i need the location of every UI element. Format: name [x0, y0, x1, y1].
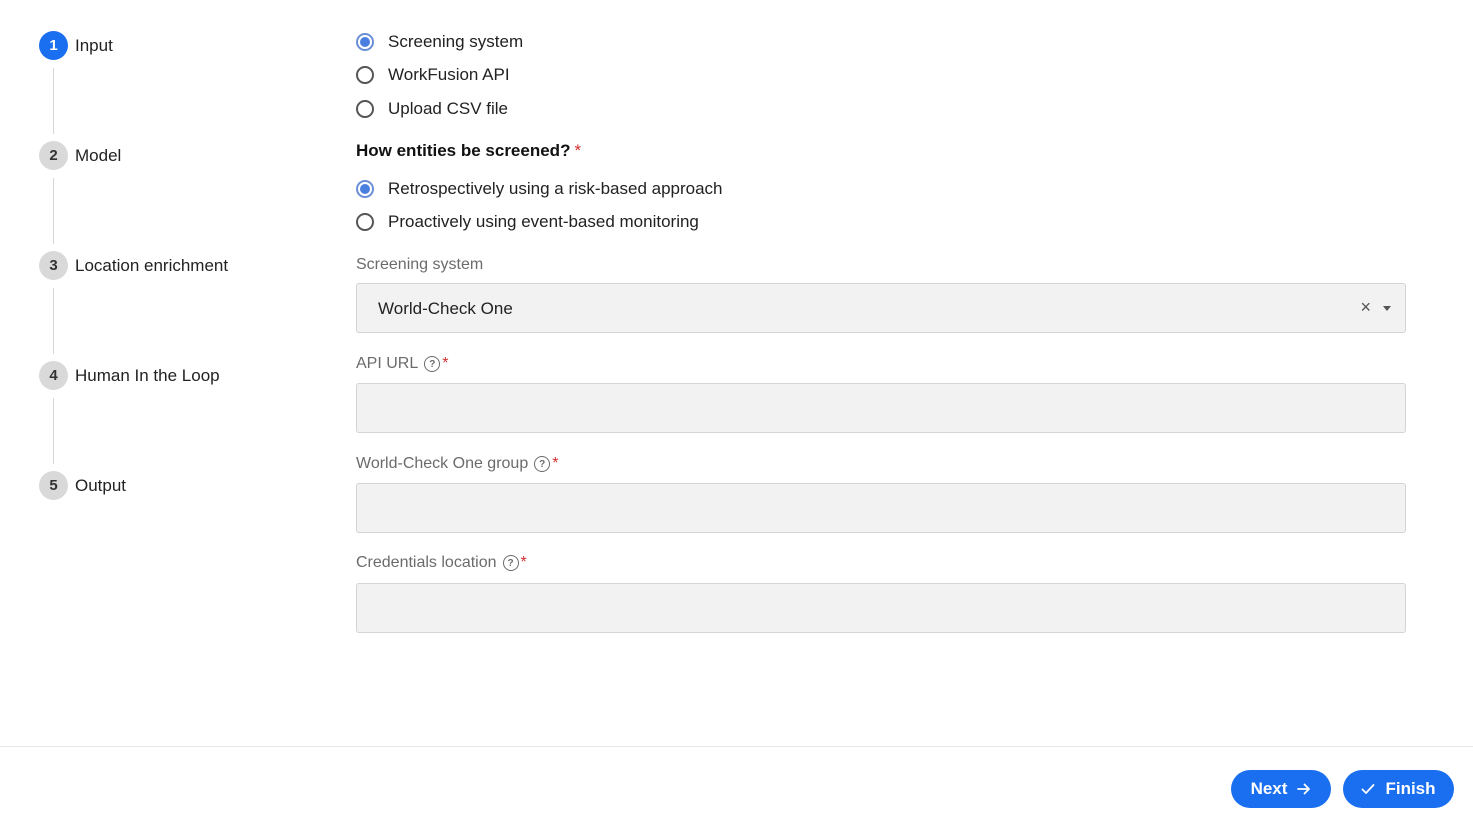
step-label: Input [75, 36, 113, 55]
step-label: Output [75, 476, 127, 495]
screening-system-label: Screening system [356, 256, 483, 274]
wco-group-label: World-Check One group ? * [356, 455, 558, 473]
radio-unchecked-icon [356, 66, 374, 84]
radio-checked-icon [356, 33, 374, 51]
step-number: 2 [39, 141, 68, 170]
radio-checked-icon [356, 180, 374, 198]
required-mark: * [442, 355, 449, 372]
radio-unchecked-icon [356, 100, 374, 118]
step-input[interactable]: 1 Input [39, 31, 319, 141]
radio-label: WorkFusion API [388, 65, 510, 84]
api-url-input[interactable] [356, 383, 1406, 433]
field-label-text: API URL [356, 355, 419, 372]
help-icon[interactable]: ? [534, 456, 551, 472]
radio-retrospective[interactable]: Retrospectively using a risk-based appro… [356, 177, 723, 201]
credentials-label: Credentials location ? * [356, 554, 527, 572]
step-label: Location enrichment [75, 256, 229, 275]
step-number: 3 [39, 251, 68, 280]
step-human-in-the-loop[interactable]: 4 Human In the Loop [39, 361, 319, 471]
radio-proactive[interactable]: Proactively using event-based monitoring [356, 210, 699, 234]
next-button[interactable]: Next [1231, 770, 1331, 808]
step-number: 1 [39, 31, 68, 60]
select-value: World-Check One [378, 299, 513, 318]
screening-system-select[interactable]: World-Check One × [356, 283, 1406, 333]
wizard-stepper: 1 Input 2 Model 3 Location enrichment 4 … [39, 31, 319, 511]
step-model[interactable]: 2 Model [39, 141, 319, 251]
help-icon[interactable]: ? [424, 356, 441, 372]
step-connector [53, 398, 54, 464]
field-label-text: Credentials location [356, 554, 497, 571]
step-connector [53, 68, 54, 134]
step-output[interactable]: 5 Output [39, 471, 319, 511]
radio-label: Screening system [388, 32, 524, 51]
question-label: How entities be screened? [356, 141, 571, 160]
required-mark: * [574, 141, 582, 160]
step-connector [53, 178, 54, 244]
radio-label: Retrospectively using a risk-based appro… [388, 179, 723, 198]
radio-upload-csv[interactable]: Upload CSV file [356, 97, 508, 121]
radio-label: Upload CSV file [388, 99, 509, 118]
next-label: Next [1250, 779, 1288, 798]
radio-screening-system[interactable]: Screening system [356, 30, 523, 54]
finish-label: Finish [1385, 779, 1436, 798]
footer-divider [0, 746, 1473, 747]
required-mark: * [552, 455, 559, 472]
field-label-text: World-Check One group [356, 455, 529, 472]
step-number: 5 [39, 471, 68, 500]
credentials-input[interactable] [356, 583, 1406, 633]
step-label: Model [75, 146, 122, 165]
help-icon[interactable]: ? [502, 555, 519, 571]
radio-label: Proactively using event-based monitoring [388, 212, 699, 231]
caret-down-icon[interactable] [1383, 306, 1391, 311]
arrow-right-icon [1297, 782, 1311, 796]
api-url-label: API URL ? * [356, 355, 448, 373]
wco-group-input[interactable] [356, 483, 1406, 533]
radio-workfusion-api[interactable]: WorkFusion API [356, 63, 510, 87]
check-icon [1361, 783, 1375, 795]
step-label: Human In the Loop [75, 366, 220, 385]
finish-button[interactable]: Finish [1343, 770, 1454, 808]
screening-question: How entities be screened? * [356, 141, 581, 161]
step-location-enrichment[interactable]: 3 Location enrichment [39, 251, 319, 361]
clear-icon[interactable]: × [1360, 297, 1371, 318]
step-number: 4 [39, 361, 68, 390]
radio-unchecked-icon [356, 213, 374, 231]
step-connector [53, 288, 54, 354]
required-mark: * [520, 554, 527, 571]
field-label-text: Screening system [356, 256, 484, 273]
